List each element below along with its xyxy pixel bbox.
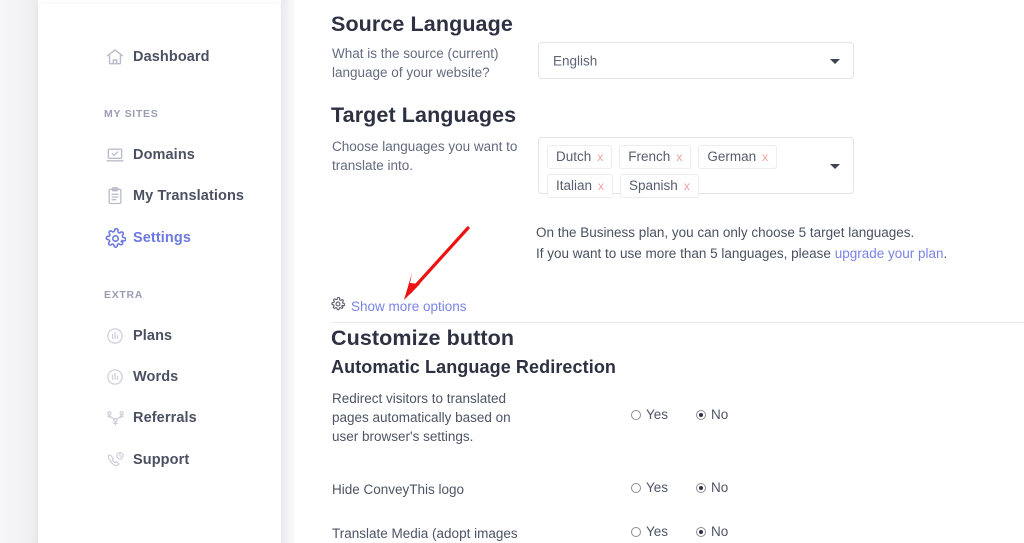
radio-yes-icon: [631, 526, 641, 537]
source-language-selected-value: English: [553, 53, 598, 68]
radio-group-translate-media: Yes No: [631, 524, 728, 539]
sidebar-item-dashboard[interactable]: Dashboard: [38, 42, 281, 72]
sidebar-edge-shadow: [281, 0, 295, 543]
language-tag-label: Dutch: [556, 149, 592, 164]
chart-circle-icon: [104, 325, 126, 347]
language-tag: Spanish x: [620, 174, 699, 198]
plan-note-line-1: On the Business plan, you can only choos…: [536, 225, 915, 240]
sidebar-item-domains[interactable]: Domains: [38, 140, 281, 170]
sidebar-item-settings[interactable]: Settings: [38, 223, 281, 253]
sidebar-item-referrals[interactable]: Referrals: [38, 403, 281, 433]
sidebar-section-extra: EXTRA: [104, 289, 144, 301]
language-tag-label: French: [628, 149, 671, 164]
radio-no-icon: [696, 526, 707, 537]
sidebar: Dashboard MY SITES Domains My Translatio…: [38, 4, 281, 543]
source-language-heading: Source Language: [331, 12, 513, 36]
sidebar-item-label: Settings: [133, 230, 191, 246]
plan-note-line-2: If you want to use more than 5 languages…: [536, 243, 947, 264]
language-tag: Dutch x: [547, 145, 613, 169]
phone-headset-icon: [104, 449, 126, 471]
chevron-down-icon: [830, 58, 840, 64]
radio-group-redirect-visitors: Yes No: [631, 407, 728, 422]
radio-option-yes[interactable]: Yes: [631, 407, 668, 422]
radio-group-hide-logo: Yes No: [631, 480, 728, 495]
chart-circle-icon: [104, 366, 126, 388]
remove-language-icon[interactable]: x: [676, 150, 682, 164]
language-tag-label: German: [707, 149, 757, 164]
sidebar-section-my-sites: MY SITES: [104, 108, 159, 120]
sidebar-item-my-translations[interactable]: My Translations: [38, 181, 281, 211]
remove-language-icon[interactable]: x: [684, 179, 690, 193]
radio-yes-label: Yes: [646, 480, 669, 495]
upgrade-plan-link[interactable]: upgrade your plan: [835, 246, 944, 261]
source-language-description: What is the source (current) language of…: [332, 46, 499, 80]
show-more-options-label: Show more options: [351, 299, 467, 314]
main-content: Source Language What is the source (curr…: [295, 0, 1024, 543]
gear-icon: [331, 296, 346, 316]
language-tag: Italian x: [547, 174, 614, 198]
sidebar-item-label: Support: [133, 452, 190, 468]
radio-no-label: No: [711, 524, 729, 539]
option-label-translate-media: Translate Media (adopt images: [332, 526, 518, 541]
source-language-select[interactable]: English: [538, 42, 854, 79]
radio-yes-icon: [631, 482, 641, 493]
automatic-language-redirection-heading: Automatic Language Redirection: [331, 357, 617, 377]
radio-option-no[interactable]: No: [696, 480, 728, 495]
language-tag: French x: [619, 145, 692, 169]
language-tag-label: Spanish: [629, 178, 678, 193]
sidebar-item-plans[interactable]: Plans: [38, 321, 281, 351]
laptop-check-icon: [104, 144, 126, 166]
remove-language-icon[interactable]: x: [597, 150, 603, 164]
app-root: Dashboard MY SITES Domains My Translatio…: [0, 0, 1024, 543]
show-more-options-button[interactable]: Show more options: [331, 296, 467, 316]
radio-no-icon: [696, 409, 707, 420]
home-icon: [104, 46, 126, 68]
section-divider: [332, 322, 1024, 323]
radio-no-icon: [696, 482, 707, 493]
radio-yes-label: Yes: [646, 524, 669, 539]
customize-button-heading: Customize button: [331, 326, 515, 350]
sidebar-item-words[interactable]: Words: [38, 362, 281, 392]
remove-language-icon[interactable]: x: [762, 150, 768, 164]
gear-icon: [104, 227, 126, 249]
radio-no-label: No: [711, 407, 729, 422]
sidebar-item-label: Domains: [133, 147, 195, 163]
target-languages-description: Choose languages you want to translate i…: [332, 139, 518, 173]
sidebar-item-label: Plans: [133, 328, 173, 344]
network-people-icon: [104, 407, 126, 429]
radio-option-no[interactable]: No: [696, 407, 728, 422]
target-languages-select[interactable]: Dutch x French x German x Italian x Span…: [538, 137, 854, 198]
target-language-tag-list: Dutch x French x German x Italian x Span…: [547, 145, 831, 198]
sidebar-item-label: My Translations: [133, 188, 245, 204]
radio-option-yes[interactable]: Yes: [631, 524, 668, 539]
radio-no-label: No: [711, 480, 729, 495]
language-tag: German x: [698, 145, 778, 169]
sidebar-item-support[interactable]: Support: [38, 445, 281, 475]
radio-option-no[interactable]: No: [696, 524, 728, 539]
option-label-redirect-visitors: Redirect visitors to translated pages au…: [332, 391, 511, 444]
sidebar-item-label: Referrals: [133, 410, 197, 426]
sidebar-item-label: Dashboard: [133, 49, 210, 65]
sidebar-item-label: Words: [133, 369, 179, 385]
option-label-hide-logo: Hide ConveyThis logo: [332, 482, 465, 497]
radio-yes-icon: [631, 409, 641, 420]
clipboard-icon: [104, 185, 126, 207]
plan-note-line-2-prefix: If you want to use more than 5 languages…: [536, 246, 835, 261]
language-tag-label: Italian: [556, 178, 593, 193]
remove-language-icon[interactable]: x: [598, 179, 604, 193]
page-left-gutter: [0, 0, 38, 543]
radio-yes-label: Yes: [646, 407, 669, 422]
radio-option-yes[interactable]: Yes: [631, 480, 668, 495]
plan-note-line-2-suffix: .: [943, 246, 948, 261]
target-languages-heading: Target Languages: [331, 103, 517, 127]
chevron-down-icon: [830, 163, 840, 169]
